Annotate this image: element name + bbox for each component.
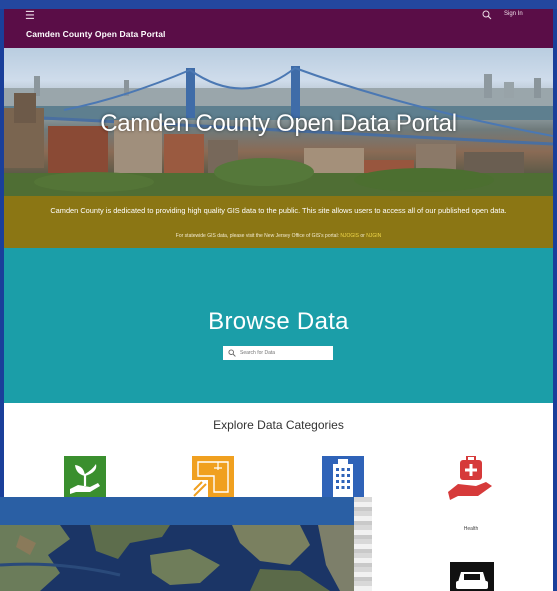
browse-data-section: Browse Data	[4, 248, 553, 403]
browse-data-title: Browse Data	[208, 308, 349, 335]
statewide-note-text: For statewide GIS data, please visit the…	[175, 233, 341, 239]
top-navigation-bar: ☰ Camden County Open Data Portal Sign In	[4, 9, 553, 48]
search-icon[interactable]	[482, 10, 492, 20]
hero-banner: Camden County Open Data Portal	[4, 48, 553, 196]
explore-title: Explore Data Categories	[213, 418, 344, 432]
building-icon[interactable]	[322, 456, 364, 498]
njgin-link[interactable]: NJGIN	[366, 233, 381, 239]
search-icon	[228, 349, 236, 357]
overlay-window-edge	[354, 497, 372, 591]
medical-kit-hand-icon[interactable]	[446, 456, 496, 500]
hamburger-menu-icon[interactable]: ☰	[25, 10, 35, 22]
satellite-map-graphic	[0, 525, 354, 591]
blueprint-icon[interactable]	[192, 456, 234, 498]
sign-in-link[interactable]: Sign In	[504, 11, 523, 17]
category-label-health[interactable]: Health	[431, 526, 511, 532]
hero-title: Camden County Open Data Portal	[100, 110, 457, 137]
njogis-link[interactable]: NJOGIS	[340, 233, 359, 239]
description-band: Camden County is dedicated to providing …	[4, 196, 553, 248]
statewide-note: For statewide GIS data, please visit the…	[4, 233, 553, 239]
satellite-map-image	[0, 525, 354, 591]
car-icon[interactable]	[450, 562, 494, 591]
search-data-input[interactable]	[223, 346, 333, 360]
site-brand-link[interactable]: Camden County Open Data Portal	[26, 29, 166, 39]
window-frame-top	[0, 0, 557, 9]
description-text: Camden County is dedicated to providing …	[50, 206, 507, 215]
plant-in-hand-icon[interactable]	[64, 456, 106, 498]
overlay-window-titlebar	[0, 497, 354, 525]
